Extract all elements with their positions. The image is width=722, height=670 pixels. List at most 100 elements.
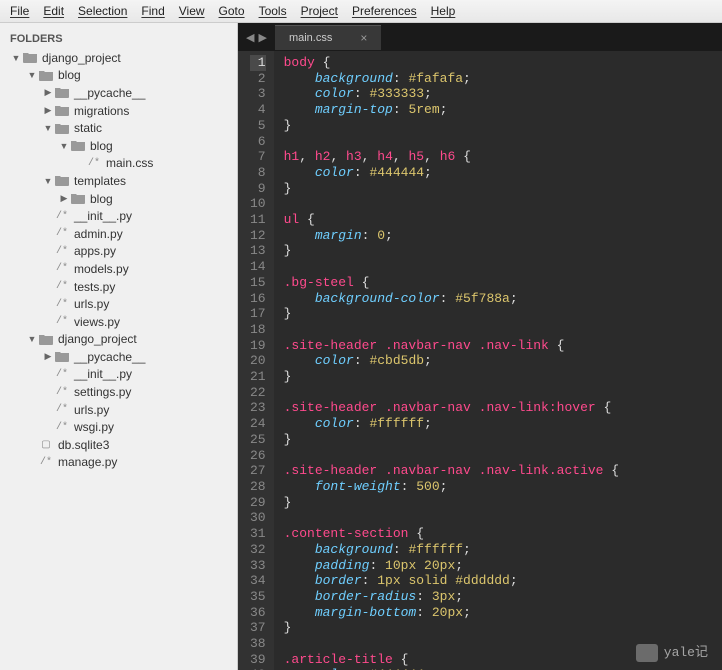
chevron-down-icon[interactable]: ▼ [26, 334, 38, 344]
line-number: 6 [250, 134, 266, 150]
folder-icon [22, 51, 38, 65]
code-line: background-color: #5f788a; [284, 291, 722, 307]
chevron-down-icon[interactable]: ▼ [42, 176, 54, 186]
folder-static[interactable]: ▼ static [4, 119, 233, 137]
line-number: 2 [250, 71, 266, 87]
tree-label: admin.py [74, 227, 123, 241]
file-urls.py[interactable]: /*urls.py [4, 401, 233, 419]
line-number: 36 [250, 605, 266, 621]
tree-label: django_project [58, 332, 137, 346]
close-icon[interactable]: × [360, 31, 367, 45]
folder-__pycache__[interactable]: ▶__pycache__ [4, 348, 233, 366]
code-line [284, 196, 722, 212]
folder-blog[interactable]: ▼ blog [4, 137, 233, 155]
file-admin.py[interactable]: /* admin.py [4, 225, 233, 243]
line-number: 20 [250, 353, 266, 369]
code-line [284, 510, 722, 526]
menu-tools[interactable]: Tools [253, 2, 293, 20]
chevron-right-icon[interactable]: ▶ [42, 351, 54, 362]
file-__init__.py[interactable]: /*__init__.py [4, 207, 233, 225]
file-views.py[interactable]: /*views.py [4, 313, 233, 331]
code-line [284, 322, 722, 338]
code-line: border: 1px solid #dddddd; [284, 573, 722, 589]
file-tests.py[interactable]: /*tests.py [4, 278, 233, 296]
tree-label: migrations [74, 104, 129, 118]
code-line: body { [284, 55, 722, 71]
menu-find[interactable]: Find [135, 2, 170, 20]
line-number: 10 [250, 196, 266, 212]
menu-edit[interactable]: Edit [37, 2, 70, 20]
nav-back-icon[interactable]: ◀ [246, 31, 254, 44]
folder-django_project[interactable]: ▼ django_project [4, 331, 233, 349]
folder-templates[interactable]: ▼templates [4, 172, 233, 190]
file-icon: /* [54, 297, 70, 311]
wechat-icon [636, 644, 658, 662]
file-wsgi.py[interactable]: /*wsgi.py [4, 418, 233, 436]
line-number: 17 [250, 306, 266, 322]
file-icon: /* [54, 227, 70, 241]
file-settings.py[interactable]: /*settings.py [4, 383, 233, 401]
folder-__pycache__[interactable]: ▶__pycache__ [4, 84, 233, 102]
menu-goto[interactable]: Goto [213, 2, 251, 20]
menu-help[interactable]: Help [425, 2, 462, 20]
chevron-down-icon[interactable]: ▼ [58, 141, 70, 151]
menu-view[interactable]: View [173, 2, 211, 20]
tree-label: static [74, 121, 102, 135]
tree-label: django_project [42, 51, 121, 65]
folder-icon [54, 86, 70, 100]
code-line: padding: 10px 20px; [284, 558, 722, 574]
code-line: .site-header .navbar-nav .nav-link { [284, 338, 722, 354]
code-content[interactable]: body { background: #fafafa; color: #3333… [274, 51, 722, 670]
line-number: 39 [250, 652, 266, 668]
folder-migrations[interactable]: ▶ migrations [4, 102, 233, 120]
code-line: color: #ffffff; [284, 416, 722, 432]
menu-preferences[interactable]: Preferences [346, 2, 423, 20]
chevron-down-icon[interactable]: ▼ [42, 123, 54, 133]
line-number: 11 [250, 212, 266, 228]
chevron-down-icon[interactable]: ▼ [26, 70, 38, 80]
nav-forward-icon[interactable]: ▶ [258, 31, 266, 44]
code-line: } [284, 118, 722, 134]
file-db.sqlite3[interactable]: ▢db.sqlite3 [4, 436, 233, 454]
chevron-right-icon[interactable]: ▶ [42, 105, 54, 116]
line-number: 9 [250, 181, 266, 197]
tab-label: main.css [289, 32, 332, 44]
line-number: 18 [250, 322, 266, 338]
code-line: } [284, 181, 722, 197]
menu-selection[interactable]: Selection [72, 2, 133, 20]
code-line: } [284, 369, 722, 385]
folder-icon [54, 174, 70, 188]
code-line: ul { [284, 212, 722, 228]
line-number: 13 [250, 243, 266, 259]
code-line: color: #444444; [284, 165, 722, 181]
code-line: } [284, 306, 722, 322]
file-models.py[interactable]: /*models.py [4, 260, 233, 278]
folder-django_project[interactable]: ▼ django_project [4, 49, 233, 67]
file-urls.py[interactable]: /*urls.py [4, 295, 233, 313]
folder-blog[interactable]: ▼blog [4, 67, 233, 85]
tree-label: blog [90, 139, 113, 153]
folder-blog[interactable]: ▶blog [4, 190, 233, 208]
file-__init__.py[interactable]: /*__init__.py [4, 366, 233, 384]
file-main.css[interactable]: /* main.css [4, 155, 233, 173]
menu-project[interactable]: Project [295, 2, 344, 20]
folder-icon [54, 121, 70, 135]
chevron-down-icon[interactable]: ▼ [10, 53, 22, 63]
tree-label: tests.py [74, 280, 115, 294]
tab-main-css[interactable]: main.css × [275, 25, 381, 50]
code-line: font-weight: 500; [284, 479, 722, 495]
file-icon: /* [54, 385, 70, 399]
file-icon: /* [86, 156, 102, 170]
file-icon: ▢ [38, 438, 54, 452]
chevron-right-icon[interactable]: ▶ [58, 193, 70, 204]
line-number: 34 [250, 573, 266, 589]
code-editor[interactable]: 1234567891011121314151617181920212223242… [238, 51, 722, 670]
chevron-right-icon[interactable]: ▶ [42, 87, 54, 98]
code-line: color: #333333; [284, 86, 722, 102]
file-icon: /* [54, 262, 70, 276]
file-apps.py[interactable]: /*apps.py [4, 243, 233, 261]
file-manage.py[interactable]: /*manage.py [4, 454, 233, 472]
tree-label: manage.py [58, 455, 117, 469]
menu-file[interactable]: File [4, 2, 35, 20]
tree-label: main.css [106, 156, 153, 170]
